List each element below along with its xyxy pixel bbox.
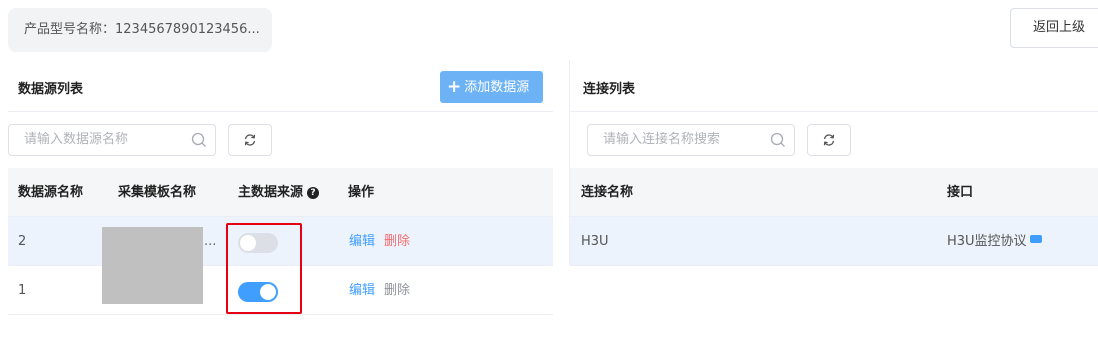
datasource-list-title: 数据源列表 <box>18 82 84 97</box>
column-primary-source: 主数据来源? <box>238 168 320 217</box>
divider <box>570 111 1098 112</box>
search-placeholder: 请输入连接名称搜索 <box>603 132 721 147</box>
product-model-label: 产品型号名称： <box>24 22 116 37</box>
add-datasource-button[interactable]: + 添加数据源 <box>440 71 543 103</box>
search-icon <box>770 132 785 147</box>
protocol-icon <box>1029 235 1042 243</box>
refresh-icon <box>823 134 835 146</box>
search-placeholder: 请输入数据源名称 <box>24 132 129 147</box>
add-datasource-label: 添加数据源 <box>464 80 530 95</box>
table-row[interactable]: H3U H3U监控协议 <box>570 217 1098 266</box>
row-actions: 编辑 删除 <box>349 217 410 266</box>
template-name: ... <box>204 234 217 249</box>
plus-icon: + <box>447 77 462 97</box>
question-icon[interactable]: ? <box>307 187 320 199</box>
datasource-refresh-button[interactable] <box>228 124 272 156</box>
highlight-annotation-box <box>226 223 302 314</box>
column-interface: 接口 <box>947 185 974 200</box>
datasource-name: 2 <box>18 234 27 249</box>
connection-search-input[interactable]: 请输入连接名称搜索 <box>587 124 795 156</box>
column-datasource-name: 数据源名称 <box>18 185 84 200</box>
back-button[interactable]: 返回上级 <box>1010 8 1098 48</box>
divider <box>8 111 553 112</box>
column-template-name: 采集模板名称 <box>118 185 197 200</box>
delete-link[interactable]: 删除 <box>384 283 410 298</box>
connection-name: H3U <box>581 234 609 249</box>
column-primary-source-label: 主数据来源 <box>238 185 304 200</box>
datasource-table-header: 数据源名称 采集模板名称 主数据来源? 操作 <box>8 168 553 217</box>
search-icon <box>191 132 206 147</box>
column-connection-name: 连接名称 <box>581 185 634 200</box>
datasource-name: 1 <box>18 283 27 298</box>
connection-table-header: 连接名称 接口 <box>570 168 1098 217</box>
product-model-box: 产品型号名称：1234567890123456... <box>8 8 272 52</box>
delete-link[interactable]: 删除 <box>384 234 410 249</box>
connection-interface: H3U监控协议 <box>947 217 1042 266</box>
refresh-icon <box>244 134 256 146</box>
interface-label: H3U监控协议 <box>947 234 1027 249</box>
edit-link[interactable]: 编辑 <box>349 283 375 298</box>
column-actions: 操作 <box>348 185 375 200</box>
edit-link[interactable]: 编辑 <box>349 234 375 249</box>
row-actions: 编辑 删除 <box>349 266 410 315</box>
datasource-search-input[interactable]: 请输入数据源名称 <box>8 124 216 156</box>
connection-refresh-button[interactable] <box>807 124 851 156</box>
redacted-template-image <box>102 227 203 304</box>
product-model-value: 1234567890123456... <box>115 22 260 37</box>
connection-list-title: 连接列表 <box>583 82 636 97</box>
